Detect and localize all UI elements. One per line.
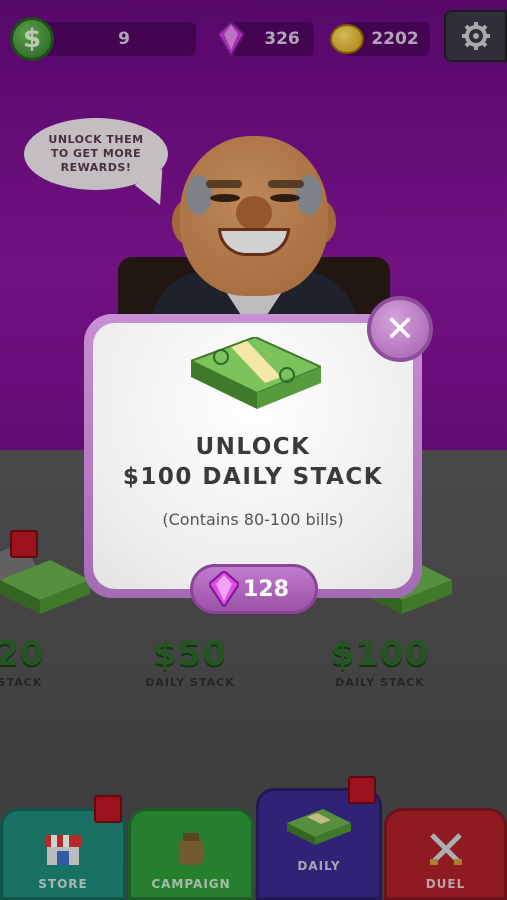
unlock-price-button[interactable]: 128 <box>190 564 318 614</box>
gem-icon <box>209 571 239 607</box>
modal-description: (Contains 80-100 bills) <box>162 510 344 529</box>
modal-title-line1: UNLOCK <box>195 434 311 460</box>
unlock-price-value: 128 <box>243 576 289 602</box>
cash-stack-icon <box>191 337 321 409</box>
modal-title-line2: $100 DAILY STACK <box>122 464 384 490</box>
close-button[interactable]: ✕ <box>367 296 433 362</box>
close-icon: ✕ <box>384 308 416 350</box>
modal-title: UNLOCK $100 DAILY STACK <box>84 432 422 492</box>
